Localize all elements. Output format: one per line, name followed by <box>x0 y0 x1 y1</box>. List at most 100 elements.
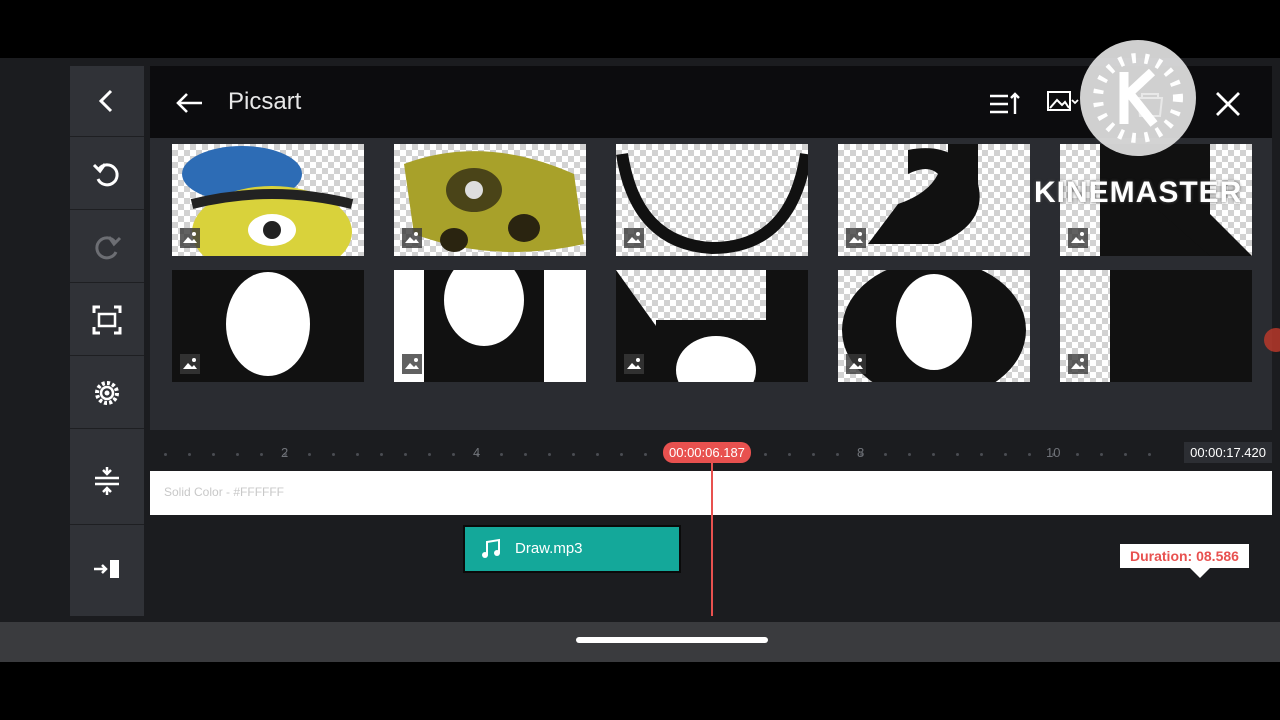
image-type-icon <box>402 228 422 248</box>
ruler-tick <box>884 453 887 456</box>
thumbnail-image <box>404 151 584 252</box>
ruler-tick <box>308 453 311 456</box>
ruler-label: 2 <box>281 445 289 460</box>
ruler-tick <box>212 453 215 456</box>
thumbnail-image <box>868 144 980 244</box>
image-type-icon <box>846 228 866 248</box>
image-type-icon <box>624 228 644 248</box>
ruler-tick <box>1004 453 1007 456</box>
thumbnail-image <box>172 270 364 382</box>
thumbnail-image <box>842 270 1026 382</box>
ruler-tick <box>260 453 263 456</box>
ruler-tick <box>764 453 767 456</box>
thumbnail-image <box>616 153 808 255</box>
timeline-align-button[interactable] <box>70 438 144 525</box>
chevron-left-icon <box>98 89 113 113</box>
settings-gear-icon <box>95 381 119 405</box>
ruler-tick <box>500 453 503 456</box>
ruler-tick <box>164 453 167 456</box>
kinemaster-logo-icon <box>1093 53 1183 143</box>
ruler-tick <box>452 453 455 456</box>
audio-clip-label: Draw.mp3 <box>515 540 583 557</box>
timeline[interactable]: 2 4 8 10 00:00:17.420 Solid Color - #FFF… <box>150 438 1272 616</box>
ruler-tick <box>620 453 623 456</box>
ruler-tick <box>1148 453 1151 456</box>
playhead[interactable] <box>711 460 713 616</box>
thumbnail-image <box>616 270 808 382</box>
settings-button[interactable] <box>70 358 144 429</box>
ruler-tick <box>332 453 335 456</box>
sort-icon[interactable] <box>986 86 1022 122</box>
media-thumbnail[interactable] <box>838 144 1030 256</box>
ruler-tick <box>380 453 383 456</box>
image-type-icon <box>846 354 866 374</box>
image-type-icon <box>1068 354 1088 374</box>
redo-button[interactable] <box>70 212 144 283</box>
total-duration: 00:00:17.420 <box>1184 442 1272 463</box>
undo-icon <box>92 163 119 187</box>
image-type-icon <box>624 354 644 374</box>
music-note-icon <box>482 538 500 558</box>
system-nav-bar <box>0 622 1280 662</box>
ruler-tick <box>548 453 551 456</box>
thumbnail-image <box>394 270 586 382</box>
solid-color-label: Solid Color - #FFFFFF <box>164 485 285 499</box>
ruler-tick <box>644 453 647 456</box>
close-icon[interactable] <box>1210 86 1246 122</box>
ruler-tick <box>404 453 407 456</box>
media-thumbnail[interactable] <box>616 144 808 256</box>
ruler-label: 8 <box>857 445 865 460</box>
media-thumbnail[interactable] <box>172 144 364 256</box>
thumbnail-image <box>182 146 354 256</box>
media-thumbnail[interactable] <box>172 270 364 382</box>
ruler-tick <box>1124 453 1127 456</box>
redo-icon <box>95 236 122 260</box>
export-button[interactable] <box>70 526 144 612</box>
image-type-icon <box>1068 228 1088 248</box>
editor-sidebar <box>70 66 144 616</box>
ruler-tick <box>956 453 959 456</box>
ruler-label: 4 <box>473 445 481 460</box>
capture-button[interactable] <box>70 285 144 356</box>
ruler-tick <box>836 453 839 456</box>
image-type-icon <box>402 354 422 374</box>
ruler-tick <box>356 453 359 456</box>
ruler-tick <box>188 453 191 456</box>
image-type-icon <box>180 228 200 248</box>
folder-title: Picsart <box>228 88 302 115</box>
ruler-tick <box>524 453 527 456</box>
align-timeline-icon <box>95 467 119 495</box>
ruler-tick <box>572 453 575 456</box>
ruler-tick <box>596 453 599 456</box>
image-type-icon <box>180 354 200 374</box>
media-thumbnail[interactable] <box>838 270 1030 382</box>
playhead-time: 00:00:06.187 <box>663 442 751 463</box>
ruler-label: 10 <box>1046 445 1061 460</box>
ruler-tick <box>932 453 935 456</box>
media-thumbnail[interactable] <box>1060 270 1252 382</box>
ruler-tick <box>1076 453 1079 456</box>
ruler-tick <box>980 453 983 456</box>
ruler-tick <box>908 453 911 456</box>
back-arrow-icon[interactable] <box>172 86 206 120</box>
ruler-tick <box>428 453 431 456</box>
ruler-tick <box>1100 453 1103 456</box>
audio-clip[interactable]: Draw.mp3 <box>463 525 681 573</box>
undo-button[interactable] <box>70 139 144 210</box>
image-filter-icon[interactable] <box>1044 86 1080 122</box>
kinemaster-logo <box>1080 40 1196 156</box>
ruler-tick <box>236 453 239 456</box>
ruler-tick <box>812 453 815 456</box>
home-indicator[interactable] <box>576 637 768 643</box>
kinemaster-watermark: KINEMASTER <box>1034 176 1243 209</box>
media-thumbnail[interactable] <box>394 144 586 256</box>
ruler-tick <box>788 453 791 456</box>
duration-tooltip: Duration: 08.586 <box>1120 544 1249 578</box>
media-thumbnail[interactable] <box>394 270 586 382</box>
ruler-tick <box>1028 453 1031 456</box>
screen-capture-icon <box>92 305 122 335</box>
thumbnail-image <box>1110 270 1252 382</box>
export-icon <box>94 560 119 578</box>
back-button[interactable] <box>70 66 144 137</box>
media-thumbnail[interactable] <box>616 270 808 382</box>
